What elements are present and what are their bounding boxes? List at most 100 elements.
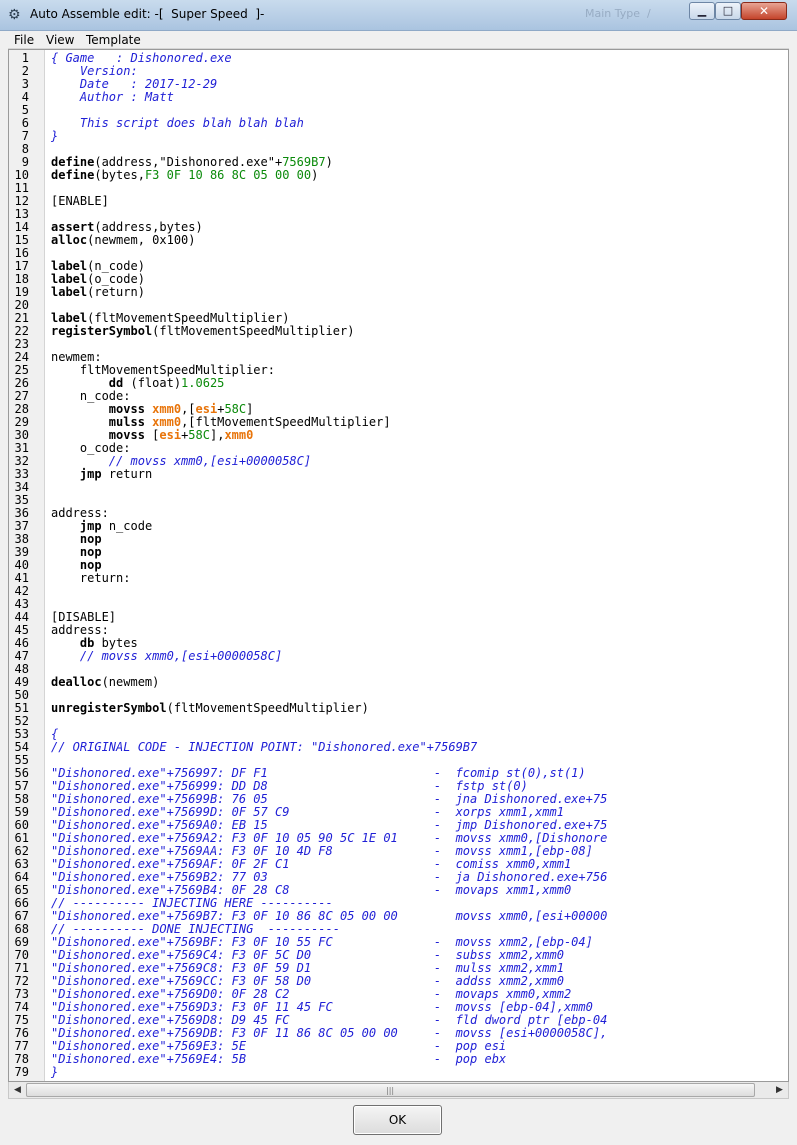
code-line[interactable]: 38 nop: [9, 533, 788, 546]
code-line[interactable]: 22 registerSymbol(fltMovementSpeedMultipl…: [9, 325, 788, 338]
code-line[interactable]: 23: [9, 338, 788, 351]
code-line[interactable]: 42: [9, 585, 788, 598]
code-text[interactable]: registerSymbol(fltMovementSpeedMultiplie…: [51, 325, 354, 338]
code-line[interactable]: 19 label(return): [9, 286, 788, 299]
code-line[interactable]: 37 jmp n_code: [9, 519, 788, 533]
code-token: (float): [123, 376, 182, 390]
code-token: address:: [51, 506, 109, 520]
maximize-icon: □: [722, 4, 734, 17]
code-line[interactable]: 4 Author : Matt: [9, 91, 788, 104]
code-text[interactable]: }: [51, 1066, 58, 1079]
code-text[interactable]: label(return): [51, 286, 145, 299]
code-token: (address,bytes): [94, 220, 203, 234]
code-text[interactable]: [ENABLE]: [51, 195, 109, 208]
keyword-token: mulss: [108, 415, 145, 429]
code-line[interactable]: 7}: [9, 130, 788, 143]
code-line[interactable]: 41 return:: [9, 571, 788, 585]
code-line[interactable]: 54// ORIGINAL CODE - INJECTION POINT: "D…: [9, 741, 788, 754]
code-line[interactable]: 39 nop: [9, 545, 788, 559]
keyword-token: nop: [79, 558, 102, 572]
number-token: 58C: [188, 428, 210, 442]
comment-token: "Dishonored.exe"+7569A2: F3 0F 10 05 90 …: [51, 831, 608, 845]
keyword-token: jmp: [79, 519, 102, 533]
comment-token: "Dishonored.exe"+7569CC: F3 0F 58 D0 - a…: [51, 974, 564, 988]
code-line[interactable]: 78 "Dishonored.exe"+7569E4: 5B - pop ebx: [9, 1053, 788, 1066]
code-text[interactable]: dealloc(newmem): [51, 676, 159, 689]
comment-token: "Dishonored.exe"+756997: DF F1 - fcomip …: [51, 766, 586, 780]
comment-token: "Dishonored.exe"+756999: DD D8 - fstp st…: [51, 779, 528, 793]
code-token: [DISABLE]: [51, 610, 117, 624]
code-line[interactable]: 10 define(bytes,F3 0F 10 86 8C 05 00 00): [9, 169, 788, 182]
comment-token: }: [51, 129, 59, 143]
horizontal-scrollbar[interactable]: ◀ ||| ▶: [8, 1082, 789, 1099]
code-text[interactable]: This script does blah blah blah: [51, 117, 304, 130]
code-text[interactable]: unregisterSymbol(fltMovementSpeedMultipl…: [51, 702, 369, 715]
scrollbar-grip-icon: |||: [386, 1086, 395, 1095]
close-button[interactable]: ✕: [741, 2, 787, 20]
menu-file[interactable]: File: [14, 33, 34, 47]
code-line[interactable]: 12 [ENABLE]: [9, 195, 788, 208]
menu-template[interactable]: Template: [86, 33, 141, 47]
code-line[interactable]: 6 This script does blah blah blah: [9, 117, 788, 130]
code-text[interactable]: }: [51, 130, 58, 143]
code-token: fltMovementSpeedMultiplier:: [51, 363, 275, 377]
code-text[interactable]: // movss xmm0,[esi+0000058C]: [51, 650, 282, 663]
comment-token: "Dishonored.exe"+7569D8: D9 45 FC - fld …: [51, 1013, 608, 1027]
register-token: xmm0: [224, 428, 254, 442]
keyword-token: dd: [108, 376, 124, 390]
comment-token: // ---------- INJECTING HERE ----------: [51, 896, 333, 910]
code-line[interactable]: 51 unregisterSymbol(fltMovementSpeedMulti…: [9, 702, 788, 715]
scrollbar-thumb[interactable]: |||: [26, 1083, 755, 1097]
code-line[interactable]: 79}: [9, 1066, 788, 1079]
keyword-token: label: [51, 272, 88, 286]
scroll-left-arrow-icon[interactable]: ◀: [9, 1082, 26, 1098]
code-text[interactable]: "Dishonored.exe"+7569E4: 5B - pop ebx: [51, 1053, 506, 1066]
code-line[interactable]: 49 dealloc(newmem): [9, 676, 788, 689]
minimize-button[interactable]: ▁: [689, 2, 715, 20]
code-line[interactable]: 11: [9, 182, 788, 195]
title-bar[interactable]: ⚙ Auto Assemble edit: -[ Super Speed ]- …: [0, 0, 797, 31]
code-token: ],: [209, 428, 225, 442]
number-token: F3 0F 10 86 8C 05 00 00: [144, 168, 312, 182]
code-line[interactable]: 34: [9, 481, 788, 494]
keyword-token: nop: [79, 545, 102, 559]
scroll-right-arrow-icon[interactable]: ▶: [771, 1082, 788, 1098]
code-token: return:: [51, 571, 131, 585]
comment-token: // ---------- DONE INJECTING ----------: [51, 922, 340, 936]
ok-button[interactable]: OK: [353, 1105, 442, 1135]
comment-token: "Dishonored.exe"+7569A0: EB 15 - jmp Dis…: [51, 818, 608, 832]
minimize-icon: ▁: [697, 4, 707, 17]
code-token: ): [311, 168, 319, 182]
code-text[interactable]: Author : Matt: [51, 91, 174, 104]
dialog-footer: OK: [0, 1099, 797, 1145]
code-text[interactable]: define(bytes,F3 0F 10 86 8C 05 00 00): [51, 169, 318, 182]
maximize-button[interactable]: □: [715, 2, 741, 20]
comment-token: {: [51, 727, 59, 741]
code-line[interactable]: 35: [9, 494, 788, 507]
comment-token: Version:: [51, 64, 145, 78]
code-line[interactable]: 43: [9, 598, 788, 611]
code-line[interactable]: 44 [DISABLE]: [9, 610, 788, 624]
comment-token: "Dishonored.exe"+7569BF: F3 0F 10 55 FC …: [51, 935, 593, 949]
code-editor[interactable]: 1{ Game : Dishonored.exe 2 Version: 3 Dat…: [8, 49, 789, 1082]
comment-token: Author : Matt: [51, 90, 174, 104]
code-line[interactable]: 47 // movss xmm0,[esi+0000058C]: [9, 650, 788, 663]
number-token: 1.0625: [181, 376, 225, 390]
code-text[interactable]: return:: [51, 571, 131, 585]
comment-token: "Dishonored.exe"+7569E3: 5E - pop esi: [51, 1039, 507, 1053]
register-token: xmm0: [152, 415, 182, 429]
code-line[interactable]: 33 jmp return: [9, 468, 788, 481]
code-text[interactable]: alloc(newmem, 0x100): [51, 234, 196, 247]
code-line[interactable]: 15 alloc(newmem, 0x100): [9, 234, 788, 247]
code-text[interactable]: // ORIGINAL CODE - INJECTION POINT: "Dis…: [51, 741, 477, 754]
menu-view[interactable]: View: [46, 33, 74, 47]
code-line[interactable]: 52: [9, 715, 788, 728]
code-token: [ENABLE]: [51, 194, 109, 208]
keyword-token: label: [51, 259, 88, 273]
comment-token: "Dishonored.exe"+7569E4: 5B - pop ebx: [51, 1052, 507, 1066]
code-text[interactable]: jmp return: [51, 468, 152, 481]
keyword-token: assert: [51, 220, 95, 234]
